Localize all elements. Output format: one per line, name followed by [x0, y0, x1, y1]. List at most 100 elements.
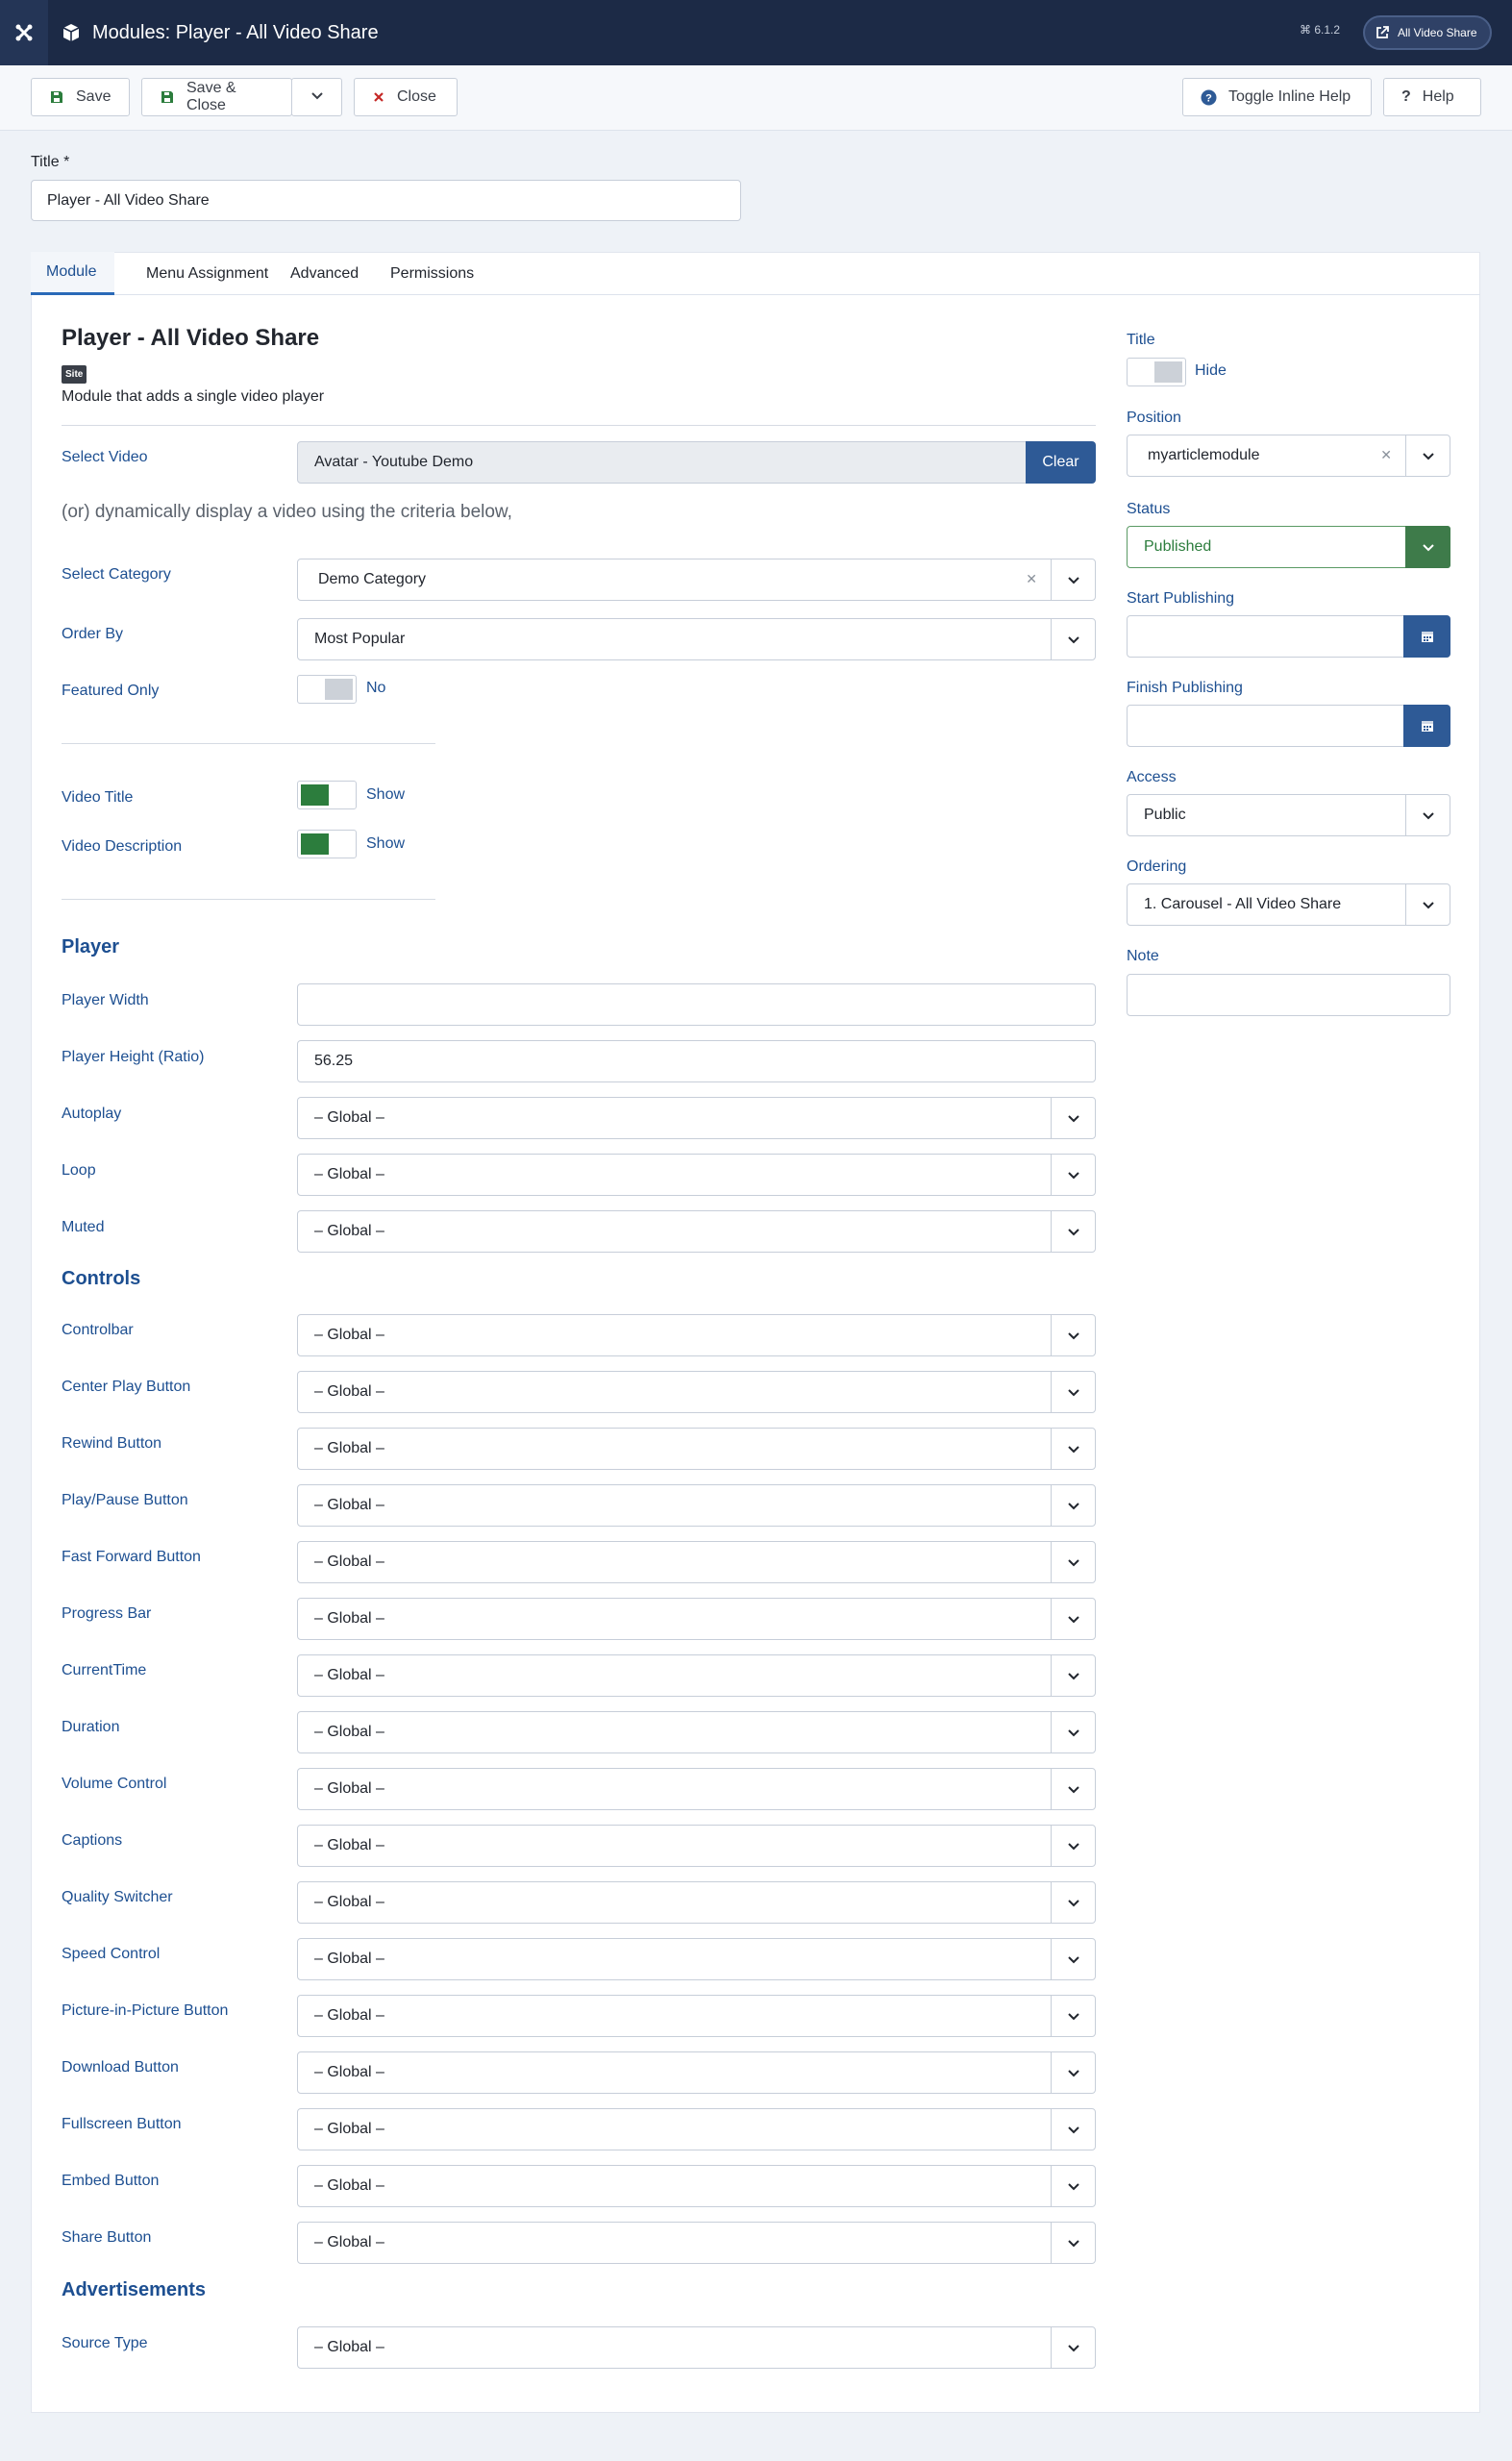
video-title-label: Video Title — [62, 789, 134, 806]
video-title-switch[interactable] — [297, 781, 357, 809]
chevron-down-icon — [1051, 1485, 1095, 1526]
tab-module[interactable]: Module — [31, 252, 114, 295]
save-icon — [49, 89, 64, 105]
access-select[interactable]: Public — [1127, 794, 1450, 836]
fast-forward-button-label: Fast Forward Button — [62, 1549, 201, 1565]
picture-in-picture-button-select[interactable]: – Global – — [297, 1995, 1096, 2037]
muted-select[interactable]: – Global – — [297, 1210, 1096, 1253]
close-button[interactable]: Close — [354, 78, 458, 116]
status-select[interactable]: Published — [1127, 526, 1450, 568]
picture-in-picture-button-label: Picture-in-Picture Button — [62, 2002, 229, 2019]
status-value: Published — [1144, 538, 1212, 555]
toggle-inline-help-button[interactable]: ? Toggle Inline Help — [1182, 78, 1372, 116]
download-button-select[interactable]: – Global – — [297, 2051, 1096, 2094]
video-title-value: Show — [366, 786, 406, 803]
chevron-down-icon — [1051, 1996, 1095, 2036]
finish-publishing-input[interactable] — [1127, 705, 1450, 747]
player-width-input[interactable] — [297, 983, 1096, 1026]
dynamic-criteria-note: (or) dynamically display a video using t… — [62, 502, 512, 522]
currenttime-label: CurrentTime — [62, 1662, 147, 1678]
embed-button-select[interactable]: – Global – — [297, 2165, 1096, 2207]
captions-select[interactable]: – Global – — [297, 1825, 1096, 1867]
chevron-down-icon — [1051, 1882, 1095, 1923]
fullscreen-button-value: – Global – — [314, 2121, 384, 2137]
captions-label: Captions — [62, 1832, 123, 1849]
side-title-switch[interactable] — [1127, 358, 1186, 386]
order-by-select[interactable]: Most Popular — [297, 618, 1096, 660]
clear-icon[interactable]: ✕ — [1026, 571, 1037, 587]
select-video-value: Avatar - Youtube Demo — [314, 454, 474, 470]
calendar-icon[interactable] — [1403, 615, 1450, 658]
select-video-field[interactable]: Avatar - Youtube Demo — [297, 441, 1028, 484]
note-input[interactable] — [1127, 974, 1450, 1016]
rewind-button-select[interactable]: – Global – — [297, 1428, 1096, 1470]
cube-icon — [62, 23, 81, 42]
question-circle-icon: ? — [1201, 89, 1217, 106]
player-height-value: 56.25 — [314, 1053, 354, 1069]
start-publishing-input[interactable] — [1127, 615, 1450, 658]
source-type-label: Source Type — [62, 2335, 148, 2351]
save-label: Save — [76, 88, 112, 105]
clear-icon[interactable]: ✕ — [1380, 447, 1392, 463]
currenttime-select[interactable]: – Global – — [297, 1654, 1096, 1697]
source-type-select[interactable]: – Global – — [297, 2326, 1096, 2369]
calendar-icon[interactable] — [1403, 705, 1450, 747]
autoplay-select[interactable]: – Global – — [297, 1097, 1096, 1139]
loop-select[interactable]: – Global – — [297, 1154, 1096, 1196]
player-height-label: Player Height (Ratio) — [62, 1049, 205, 1065]
ordering-select[interactable]: 1. Carousel - All Video Share — [1127, 883, 1450, 926]
external-link-icon — [1375, 25, 1390, 40]
tab-permissions[interactable]: Permissions — [375, 252, 489, 295]
controlbar-value: – Global – — [314, 1327, 384, 1343]
controls-heading: Controls — [62, 1268, 141, 1289]
fullscreen-button-select[interactable]: – Global – — [297, 2108, 1096, 2150]
clear-video-button[interactable]: Clear — [1026, 441, 1096, 484]
volume-control-select[interactable]: – Global – — [297, 1768, 1096, 1810]
tab-bar: Module Menu Assignment Advanced Permissi… — [31, 252, 1480, 295]
duration-select[interactable]: – Global – — [297, 1711, 1096, 1753]
chevron-down-icon — [1051, 2052, 1095, 2093]
speed-control-select[interactable]: – Global – — [297, 1938, 1096, 1980]
save-close-button[interactable]: Save & Close — [141, 78, 292, 116]
chevron-down-icon — [1051, 1429, 1095, 1469]
select-category-select[interactable]: Demo Category ✕ — [297, 559, 1096, 601]
tab-advanced[interactable]: Advanced — [275, 252, 374, 295]
progress-bar-select[interactable]: – Global – — [297, 1598, 1096, 1640]
title-input[interactable] — [31, 180, 741, 221]
download-button-label: Download Button — [62, 2059, 179, 2076]
share-button-value: – Global – — [314, 2234, 384, 2250]
play-pause-button-select[interactable]: – Global – — [297, 1484, 1096, 1527]
fast-forward-button-select[interactable]: – Global – — [297, 1541, 1096, 1583]
save-button[interactable]: Save — [31, 78, 130, 116]
select-video-label: Select Video — [62, 449, 148, 465]
share-button-label: Share Button — [62, 2229, 152, 2246]
share-button-select[interactable]: – Global – — [297, 2222, 1096, 2264]
module-heading: Player - All Video Share — [62, 325, 320, 351]
play-pause-button-label: Play/Pause Button — [62, 1492, 188, 1508]
featured-only-switch[interactable] — [297, 675, 357, 704]
video-description-value: Show — [366, 835, 406, 852]
video-description-switch[interactable] — [297, 830, 357, 858]
tab-menu-assignment[interactable]: Menu Assignment — [131, 252, 284, 295]
chevron-down-icon — [1051, 1155, 1095, 1195]
position-select[interactable]: myarticlemodule ✕ — [1127, 435, 1450, 477]
quality-switcher-select[interactable]: – Global – — [297, 1881, 1096, 1924]
chevron-down-icon — [1051, 1712, 1095, 1753]
switch-knob — [301, 784, 329, 806]
view-site-button[interactable]: All Video Share — [1363, 15, 1492, 50]
app-header: Modules: Player - All Video Share ⌘ 6.1.… — [0, 0, 1512, 65]
joomla-logo-icon[interactable] — [0, 0, 48, 65]
chevron-down-icon — [1051, 1098, 1095, 1138]
controlbar-select[interactable]: – Global – — [297, 1314, 1096, 1356]
player-height-input[interactable]: 56.25 — [297, 1040, 1096, 1082]
chevron-down-icon — [1405, 884, 1450, 925]
play-pause-button-value: – Global – — [314, 1497, 384, 1513]
duration-label: Duration — [62, 1719, 120, 1735]
help-button[interactable]: ? Help — [1383, 78, 1481, 116]
center-play-button-select[interactable]: – Global – — [297, 1371, 1096, 1413]
advertisements-heading: Advertisements — [62, 2279, 207, 2300]
save-dropdown-button[interactable] — [291, 78, 342, 116]
switch-knob — [1154, 361, 1182, 383]
version-label: ⌘ 6.1.2 — [1300, 23, 1341, 37]
chevron-down-icon — [1051, 1599, 1095, 1639]
